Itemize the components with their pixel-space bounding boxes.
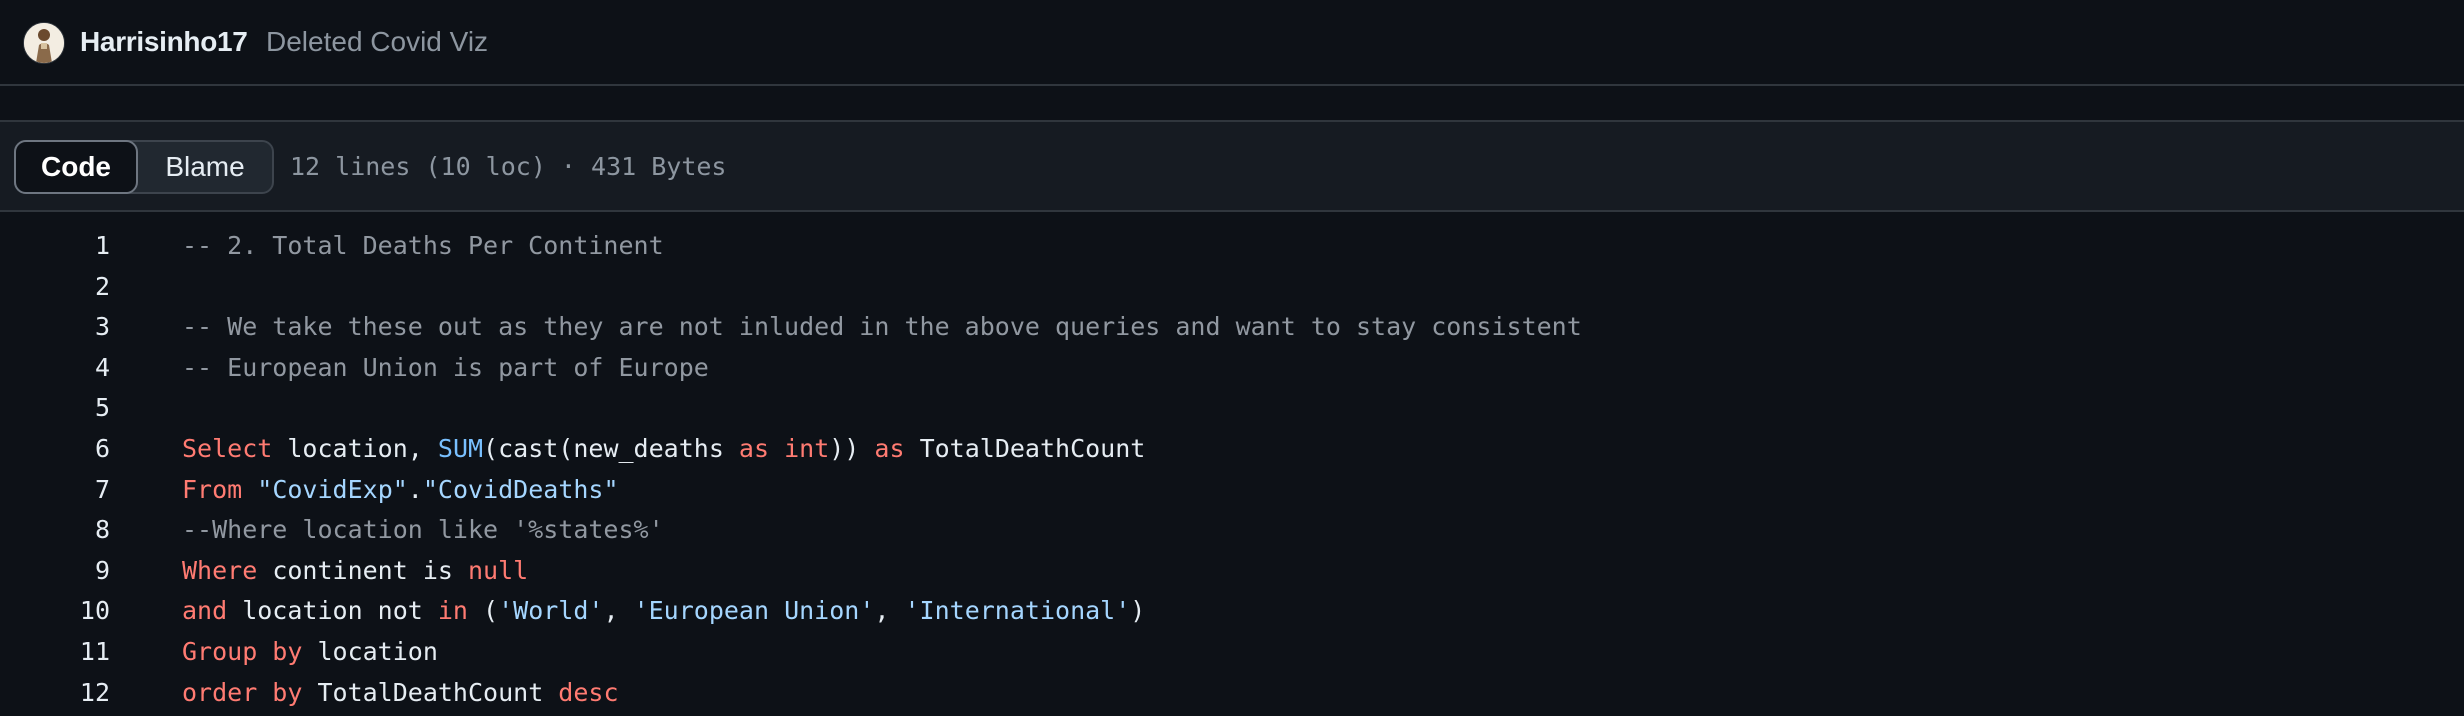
line-content: Select location, SUM(cast(new_deaths as … — [182, 429, 1145, 469]
line-number[interactable]: 10 — [0, 591, 110, 631]
line-number[interactable]: 1 — [0, 226, 110, 266]
line-number[interactable]: 9 — [0, 551, 110, 591]
code-token-keyword: as — [738, 434, 770, 463]
tab-code[interactable]: Code — [14, 140, 138, 194]
code-token-keyword: Where — [182, 555, 258, 585]
code-line: 10 and location not in ('World', 'Europea… — [0, 591, 2464, 631]
code-line: 9 Where continent is null — [0, 551, 2464, 591]
code-token-string: "CovidDeaths" — [422, 474, 619, 504]
code-line: 3 -- We take these out as they are not in… — [0, 307, 2464, 347]
code-line: 6 Select location, SUM(cast(new_deaths as… — [0, 429, 2464, 469]
code-token-keyword: Group by — [182, 637, 303, 666]
code-token-plain: ( — [467, 596, 499, 626]
code-token-keyword: Select — [182, 434, 273, 463]
code-token-plain: ) — [1130, 596, 1146, 626]
code-line: 11 Group by location — [0, 632, 2464, 672]
line-number[interactable]: 2 — [0, 267, 110, 307]
code-token-keyword: null — [467, 555, 529, 585]
code-token-plain: location, — [272, 434, 438, 463]
tab-blame[interactable]: Blame — [138, 142, 272, 192]
file-info: 12 lines (10 loc) · 431 Bytes — [290, 152, 727, 181]
code-token-keyword: desc — [558, 677, 619, 707]
code-line: 5 — [0, 388, 2464, 428]
code-token-comment: -- European Union is part of Europe — [182, 352, 709, 382]
code-line: 7 From "CovidExp"."CovidDeaths" — [0, 470, 2464, 510]
line-content: and location not in ('World', 'European … — [182, 591, 1145, 631]
code-line: 12 order by TotalDeathCount desc — [0, 673, 2464, 713]
code-token-string: 'World' — [498, 596, 604, 626]
line-content: -- We take these out as they are not inl… — [182, 307, 1582, 347]
file-toolbar: Code Blame 12 lines (10 loc) · 431 Bytes — [0, 120, 2464, 212]
line-number[interactable]: 4 — [0, 348, 110, 388]
avatar[interactable] — [23, 22, 65, 64]
line-content: -- European Union is part of Europe — [182, 348, 709, 388]
code-token-plain: , — [874, 596, 905, 626]
line-number[interactable]: 6 — [0, 429, 110, 469]
line-content: Where continent is null — [182, 551, 528, 591]
code-token-string: "CovidExp" — [257, 474, 408, 504]
code-token-plain: TotalDeathCount — [302, 677, 559, 707]
avatar-image — [24, 23, 64, 63]
commit-bar: Harrisinho17 Deleted Covid Viz — [0, 0, 2464, 86]
code-view: 1 -- 2. Total Deaths Per Continent 2 3 -- We… — [0, 212, 2464, 716]
line-content: Group by location — [182, 632, 438, 672]
code-line: 8 --Where location like '%states%' — [0, 510, 2464, 550]
code-token-plain: location not — [227, 596, 438, 626]
code-token-string: 'European Union' — [633, 596, 875, 626]
commit-author[interactable]: Harrisinho17 — [80, 26, 248, 58]
code-token-comment: -- 2. Total Deaths Per Continent — [182, 231, 664, 260]
line-number[interactable]: 5 — [0, 388, 110, 428]
code-token-plain: )) — [829, 434, 875, 463]
line-content: order by TotalDeathCount desc — [182, 673, 619, 713]
code-token-plain: . — [407, 474, 423, 504]
code-token-keyword: and — [182, 596, 228, 626]
code-token-keyword: as — [874, 434, 905, 463]
line-number[interactable]: 7 — [0, 470, 110, 510]
code-line: 1 -- 2. Total Deaths Per Continent — [0, 226, 2464, 266]
line-content: -- 2. Total Deaths Per Continent — [182, 226, 664, 266]
code-token-keyword: From — [182, 474, 243, 504]
code-token-comment: --Where location like '%states%' — [182, 515, 664, 545]
code-token-comment: -- We take these out as they are not inl… — [182, 312, 1582, 342]
code-line: 4 -- European Union is part of Europe — [0, 348, 2464, 388]
code-token-plain: , — [603, 596, 634, 626]
code-token-func: SUM — [437, 434, 484, 463]
code-token-keyword: order by — [182, 677, 303, 707]
code-token-plain: (cast(new_deaths — [483, 434, 739, 463]
code-token-plain: TotalDeathCount — [904, 434, 1146, 463]
line-content: From "CovidExp"."CovidDeaths" — [182, 470, 619, 510]
line-number[interactable]: 11 — [0, 632, 110, 672]
code-token-plain: continent is — [257, 555, 468, 585]
line-number[interactable]: 12 — [0, 673, 110, 713]
view-toggle: Code Blame — [14, 140, 274, 194]
line-number[interactable]: 8 — [0, 510, 110, 550]
commit-message[interactable]: Deleted Covid Viz — [266, 26, 488, 58]
code-token-plain: location — [302, 637, 438, 666]
code-line: 2 — [0, 267, 2464, 307]
line-number[interactable]: 3 — [0, 307, 110, 347]
code-token-keyword: int — [784, 434, 830, 463]
code-token-keyword: in — [437, 596, 468, 626]
line-content: --Where location like '%states%' — [182, 510, 664, 550]
code-token-string: 'International' — [904, 596, 1131, 626]
